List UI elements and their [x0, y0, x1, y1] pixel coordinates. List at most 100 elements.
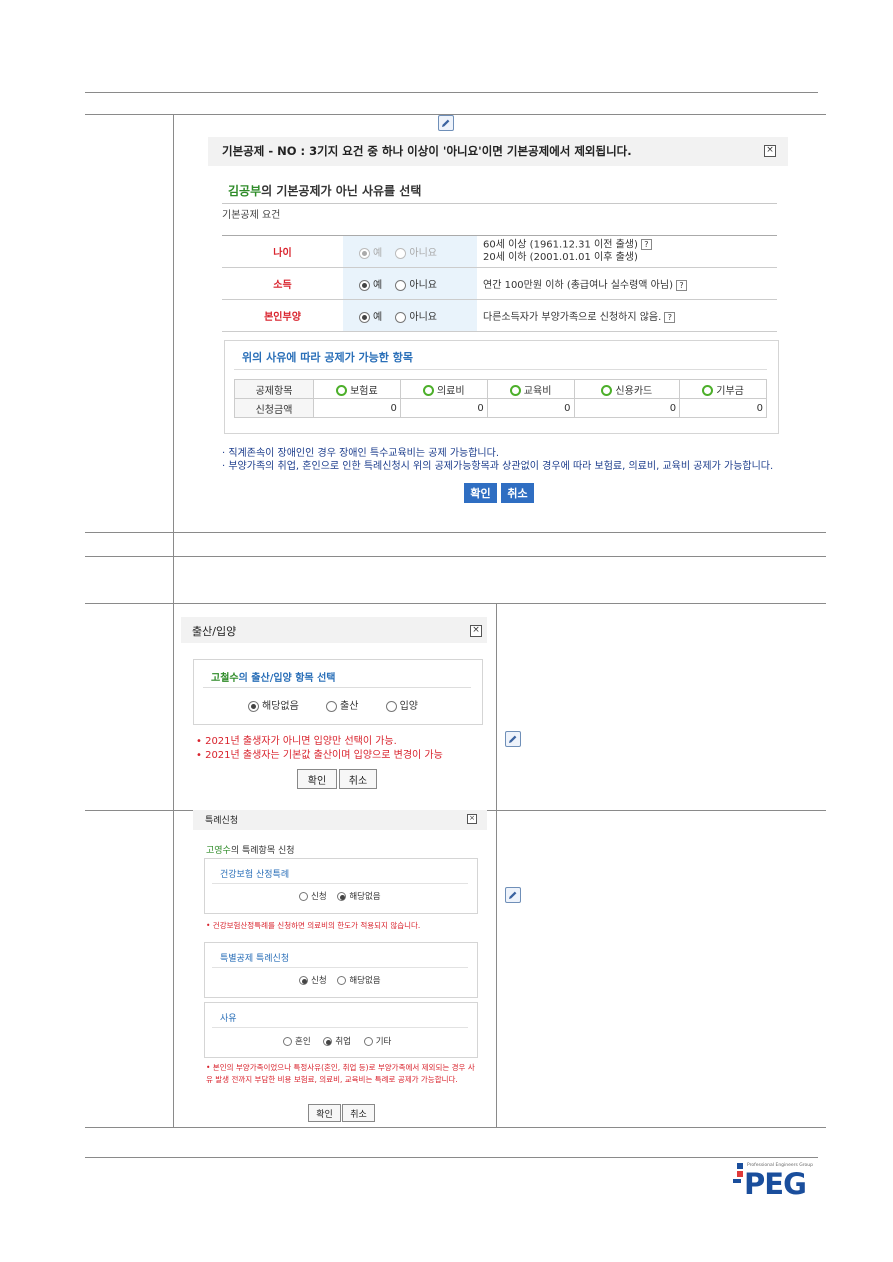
person-name: 김공부 [228, 184, 262, 198]
yes-label: 예 [373, 280, 383, 291]
no-radio[interactable]: 아니요 [395, 247, 437, 259]
option-label: 취업 [335, 1037, 351, 1047]
deduct-item[interactable]: 기부금 [679, 379, 767, 399]
box-title: 건강보험 산정특례 [220, 870, 290, 880]
divider [203, 687, 471, 688]
pencil-icon[interactable] [438, 115, 454, 131]
dialog-header-text: 기본공제 - NO : 3기지 요건 중 하나 이상이 '아니요'이면 기본공제… [222, 144, 632, 158]
header-rule [85, 92, 818, 93]
option-label: 출산 [340, 701, 359, 712]
radio-birth[interactable]: 출산 [326, 700, 359, 712]
close-icon[interactable]: × [764, 145, 776, 157]
row-label: 나이 [273, 248, 292, 259]
note-text: • 본인의 부양가족이었으나 특정사유(혼인, 취업 등)로 부양가족에서 제외… [206, 1063, 475, 1084]
dialog-subtitle: 고철수의 출산/입양 항목 선택 [211, 669, 336, 684]
deduct-item[interactable]: 신용카드 [573, 379, 681, 399]
radio-none[interactable]: 해당없음 [337, 892, 381, 902]
close-icon[interactable]: × [470, 625, 482, 637]
amount-input[interactable]: 0 [573, 398, 681, 418]
option-label: 입양 [399, 701, 418, 712]
radio-adoption[interactable]: 입양 [385, 700, 418, 712]
yes-label: 예 [373, 248, 383, 259]
pencil-icon[interactable] [505, 731, 521, 747]
divider [222, 203, 777, 204]
confirm-button[interactable]: 확인 [464, 483, 497, 503]
radio-apply[interactable]: 신청 [299, 892, 327, 902]
no-radio[interactable]: 아니요 [395, 279, 437, 291]
box-title: 특별공제 특례신청 [220, 954, 290, 964]
option-label: 해당없음 [349, 892, 381, 902]
radio-apply[interactable]: 신청 [299, 976, 327, 986]
divider [234, 369, 767, 370]
row-desc: 다른소득자가 부양가족으로 신청하지 않음. [483, 312, 662, 323]
dialog-subtitle: 고영수의 특례항목 신청 [206, 843, 295, 856]
radio-marriage[interactable]: 혼인 [283, 1037, 311, 1047]
help-icon[interactable]: ? [640, 239, 652, 251]
row-desc: 60세 이상 (1961.12.31 이전 출생) [483, 239, 638, 251]
table-rule [85, 1127, 826, 1128]
deduct-item[interactable]: 의료비 [399, 379, 488, 399]
logo-text: PEG [744, 1167, 807, 1201]
radio-none[interactable]: 해당없음 [337, 976, 381, 986]
confirm-button[interactable]: 확인 [308, 1104, 341, 1122]
table-rule [85, 532, 826, 533]
deduct-item-label: 의료비 [436, 385, 465, 397]
note-text: · 부양가족의 취업, 혼인으로 인한 특례신청시 위의 공제가능항목과 상관없… [222, 461, 774, 472]
deduct-item-label: 보험료 [350, 385, 378, 397]
table-header: 신청금액 [234, 398, 314, 418]
no-label: 아니요 [409, 312, 437, 323]
table-rule [85, 556, 826, 557]
table-row: 공제항목 보험료 의료비 교육비 신용카드 기부금 [234, 379, 767, 399]
table-row: 신청금액 0 0 0 0 0 [234, 398, 767, 418]
deduct-item[interactable]: 보험료 [313, 379, 401, 399]
person-name: 고철수 [211, 673, 239, 684]
radio-none[interactable]: 해당없음 [248, 700, 299, 712]
deduct-item-label: 기부금 [716, 385, 744, 397]
row-desc: 20세 이하 (2001.01.01 이후 출생) [483, 251, 638, 263]
subtitle-text: 의 출산/입양 항목 선택 [238, 673, 336, 684]
dialog-title: 출산/입양 [192, 625, 237, 638]
cancel-button[interactable]: 취소 [501, 483, 534, 503]
option-label: 기타 [375, 1037, 392, 1047]
deduct-item[interactable]: 교육비 [486, 379, 575, 399]
yes-radio[interactable]: 예 [359, 311, 382, 323]
no-label: 아니요 [409, 248, 437, 259]
amount-input[interactable]: 0 [679, 398, 767, 418]
footer-rule [85, 1157, 818, 1158]
dialog-subtitle: 김공부의 기본공제가 아닌 사유를 선택 [228, 182, 421, 199]
table-col-divider [173, 114, 174, 1127]
help-icon[interactable]: ? [675, 279, 687, 291]
table-row: 나이 예 아니요 60세 이상 (1961.12.31 이전 출생)? 20세 … [222, 236, 777, 268]
amount-input[interactable]: 0 [313, 398, 401, 418]
yes-radio[interactable]: 예 [359, 279, 383, 291]
table-rule [85, 114, 826, 115]
table-col-divider [496, 603, 497, 1127]
close-icon[interactable]: × [467, 814, 477, 824]
option-label: 신청 [311, 976, 327, 986]
table-header: 공제항목 [234, 379, 314, 399]
option-box [204, 1002, 478, 1058]
note-text: • 2021년 출생자가 아니면 입양만 선택이 가능. [196, 736, 397, 747]
deduction-title: 위의 사유에 따라 공제가 가능한 항목 [242, 351, 413, 364]
section-label: 기본공제 요건 [222, 210, 281, 221]
option-label: 신청 [311, 892, 327, 902]
radio-group: 신청 해당없음 [299, 974, 381, 986]
cancel-button[interactable]: 취소 [339, 769, 377, 789]
yes-radio[interactable]: 예 [359, 247, 383, 259]
help-icon[interactable]: ? [664, 311, 676, 323]
row-label: 본인부양 [264, 312, 301, 323]
no-radio[interactable]: 아니요 [395, 311, 437, 323]
radio-employment[interactable]: 취업 [323, 1037, 351, 1047]
pencil-icon[interactable] [505, 887, 521, 903]
radio-group: 신청 해당없음 [299, 890, 381, 902]
deduct-item-label: 교육비 [523, 385, 552, 397]
subtitle-text: 의 특례항목 신청 [230, 846, 295, 856]
radio-other[interactable]: 기타 [363, 1037, 392, 1047]
amount-input[interactable]: 0 [399, 398, 488, 418]
confirm-button[interactable]: 확인 [297, 769, 337, 789]
cancel-button[interactable]: 취소 [342, 1104, 375, 1122]
amount-input[interactable]: 0 [486, 398, 575, 418]
box-title: 사유 [220, 1014, 237, 1024]
radio-group: 해당없음 출산 입양 [248, 697, 418, 712]
option-label: 해당없음 [349, 976, 381, 986]
